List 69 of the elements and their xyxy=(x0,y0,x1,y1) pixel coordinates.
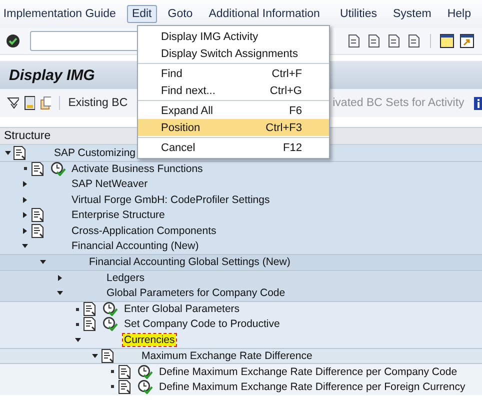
shortcut-text: F6 xyxy=(289,104,302,116)
window-title: Display IMG xyxy=(9,66,95,84)
option-label: Display IMG Activity xyxy=(161,30,258,42)
option-label: Find xyxy=(161,68,182,80)
document-icon[interactable] xyxy=(30,208,44,222)
expand-arrow-icon[interactable] xyxy=(22,196,28,203)
info-icon[interactable] xyxy=(474,96,482,110)
menu-option[interactable]: Expand All F6 xyxy=(138,102,329,119)
tree-item[interactable]: Enter Global Parameters xyxy=(123,303,241,316)
collapse-arrow-icon[interactable] xyxy=(40,259,46,266)
bullet-icon xyxy=(76,322,79,326)
clock-check-icon[interactable] xyxy=(103,317,118,332)
bullet-icon xyxy=(24,167,26,170)
menu-item[interactable]: Edit xyxy=(126,5,157,23)
document-icon[interactable] xyxy=(24,96,36,110)
shortcut-text: Ctrl+G xyxy=(270,84,302,96)
clock-check-icon[interactable] xyxy=(138,364,153,379)
document-icon[interactable] xyxy=(118,364,132,379)
menu-item[interactable]: Utilities xyxy=(334,5,382,23)
collapse-arrow-icon[interactable] xyxy=(74,336,80,343)
new-window-icon[interactable] xyxy=(440,34,454,48)
expand-arrow-icon[interactable] xyxy=(22,228,28,234)
tree-item[interactable]: SAP Customizing xyxy=(53,146,137,159)
option-label: Find next... xyxy=(161,84,216,96)
filter-icon[interactable] xyxy=(7,97,20,109)
menu-option[interactable]: Position Ctrl+F3 xyxy=(138,119,329,136)
document-icon[interactable] xyxy=(13,146,27,160)
menu-item[interactable]: Goto xyxy=(162,5,198,23)
clock-check-icon[interactable] xyxy=(50,162,66,176)
page-icon[interactable] xyxy=(367,34,381,48)
bullet-icon xyxy=(111,385,114,388)
document-icon[interactable] xyxy=(30,224,44,238)
menu-item[interactable]: System xyxy=(388,5,436,23)
collapse-arrow-icon[interactable] xyxy=(57,290,63,296)
document-icon[interactable] xyxy=(83,317,97,332)
bullet-icon xyxy=(111,370,114,374)
tree-item[interactable]: Enterprise Structure xyxy=(70,209,166,222)
tree-item[interactable]: Ledgers xyxy=(106,272,146,284)
menu-option[interactable]: Find Ctrl+F xyxy=(138,65,329,82)
option-label: Expand All xyxy=(161,104,213,116)
menu-item[interactable]: Help xyxy=(442,5,476,23)
document-icon[interactable] xyxy=(118,380,132,394)
page-icon[interactable] xyxy=(407,34,421,48)
copy-icon[interactable] xyxy=(40,96,52,110)
tree-item[interactable]: SAP NetWeaver xyxy=(70,178,149,190)
expand-arrow-icon[interactable] xyxy=(57,275,63,282)
menu-item[interactable]: Implementation Guide xyxy=(0,5,121,23)
document-icon[interactable] xyxy=(83,302,97,316)
menu-item[interactable]: Additional Information xyxy=(204,5,325,23)
tree-item[interactable]: Currencies xyxy=(123,334,176,346)
toolbar-button[interactable]: Existing BC xyxy=(68,97,128,109)
bullet-icon xyxy=(76,308,79,311)
menu-option[interactable]: Find next... Ctrl+G xyxy=(138,82,329,99)
collapse-arrow-icon[interactable] xyxy=(4,150,10,156)
document-icon[interactable] xyxy=(30,162,44,176)
expand-arrow-icon[interactable] xyxy=(22,212,28,218)
check-icon[interactable] xyxy=(6,34,20,48)
option-label: Display Switch Assignments xyxy=(161,48,298,60)
menu-option[interactable]: Display Switch Assignments xyxy=(138,45,329,62)
page-icon[interactable] xyxy=(387,34,401,48)
shortcut-icon[interactable] xyxy=(460,34,474,48)
page-icon[interactable] xyxy=(347,34,361,48)
collapse-arrow-icon[interactable] xyxy=(22,243,28,250)
document-icon[interactable] xyxy=(100,349,114,364)
shortcut-text: Ctrl+F xyxy=(272,68,302,80)
clock-check-icon[interactable] xyxy=(138,380,153,394)
expand-arrow-icon[interactable] xyxy=(22,180,28,187)
clock-check-icon[interactable] xyxy=(103,302,118,316)
collapse-arrow-icon[interactable] xyxy=(92,353,98,360)
